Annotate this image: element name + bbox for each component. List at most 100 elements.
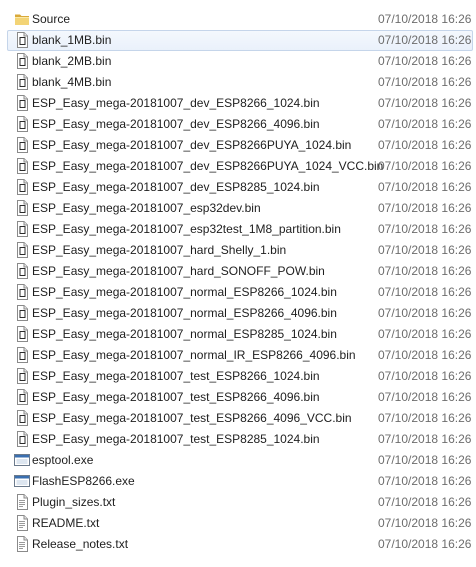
file-name[interactable]: ESP_Easy_mega-20181007_esp32dev.bin — [32, 201, 261, 216]
file-name[interactable]: ESP_Easy_mega-20181007_test_ESP8266_4096… — [32, 390, 320, 405]
file-name[interactable]: ESP_Easy_mega-20181007_test_ESP8285_1024… — [32, 432, 320, 447]
bin-file-icon — [14, 347, 30, 363]
file-row[interactable]: ESP_Easy_mega-20181007_dev_ESP8266PUYA_1… — [0, 156, 476, 177]
file-row[interactable]: ESP_Easy_mega-20181007_hard_Shelly_1.bin… — [0, 240, 476, 261]
file-list: Source 07/10/2018 16:26 blank_1MB.bin 07/10… — [0, 0, 476, 567]
bin-file-icon — [14, 242, 30, 258]
file-modified-date: 07/10/2018 16:26 — [378, 411, 472, 425]
file-name[interactable]: ESP_Easy_mega-20181007_hard_SONOFF_POW.b… — [32, 264, 325, 279]
file-modified-date: 07/10/2018 16:26 — [378, 138, 472, 152]
file-row[interactable]: ESP_Easy_mega-20181007_hard_SONOFF_POW.b… — [0, 261, 476, 282]
file-name[interactable]: ESP_Easy_mega-20181007_test_ESP8266_4096… — [32, 411, 352, 426]
bin-file-icon — [14, 158, 30, 174]
file-modified-date: 07/10/2018 16:26 — [378, 201, 472, 215]
file-modified-date: 07/10/2018 16:26 — [378, 453, 472, 467]
file-modified-date: 07/10/2018 16:26 — [378, 327, 472, 341]
file-modified-date: 07/10/2018 16:26 — [378, 495, 472, 509]
bin-file-icon — [14, 410, 30, 426]
file-name[interactable]: esptool.exe — [32, 453, 93, 468]
file-modified-date: 07/10/2018 16:26 — [378, 96, 472, 110]
file-row[interactable]: ESP_Easy_mega-20181007_normal_IR_ESP8266… — [0, 345, 476, 366]
file-row[interactable]: ESP_Easy_mega-20181007_esp32test_1M8_par… — [0, 219, 476, 240]
file-modified-date: 07/10/2018 16:26 — [378, 180, 472, 194]
exe-file-icon — [14, 473, 30, 489]
file-row[interactable]: ESP_Easy_mega-20181007_normal_ESP8285_10… — [0, 324, 476, 345]
file-row[interactable]: FlashESP8266.exe 07/10/2018 16:26 — [0, 471, 476, 492]
file-name[interactable]: ESP_Easy_mega-20181007_dev_ESP8266_1024.… — [32, 96, 320, 111]
file-row[interactable]: esptool.exe 07/10/2018 16:26 — [0, 450, 476, 471]
file-name[interactable]: README.txt — [32, 516, 99, 531]
bin-file-icon — [14, 179, 30, 195]
file-row[interactable]: ESP_Easy_mega-20181007_esp32dev.bin 07/10… — [0, 198, 476, 219]
file-modified-date: 07/10/2018 16:26 — [378, 159, 472, 173]
file-modified-date: 07/10/2018 16:26 — [378, 264, 472, 278]
bin-file-icon — [14, 263, 30, 279]
bin-file-icon — [14, 305, 30, 321]
file-modified-date: 07/10/2018 16:26 — [378, 306, 472, 320]
file-row[interactable]: ESP_Easy_mega-20181007_test_ESP8266_1024… — [0, 366, 476, 387]
file-row[interactable]: Source 07/10/2018 16:26 — [0, 9, 476, 30]
file-name[interactable]: blank_2MB.bin — [32, 54, 111, 69]
file-name[interactable]: ESP_Easy_mega-20181007_dev_ESP8266PUYA_1… — [32, 138, 351, 153]
folder-icon — [14, 11, 30, 27]
file-modified-date: 07/10/2018 16:26 — [378, 75, 472, 89]
file-modified-date: 07/10/2018 16:26 — [378, 12, 472, 26]
bin-file-icon — [14, 200, 30, 216]
txt-file-icon — [14, 494, 30, 510]
file-name[interactable]: Release_notes.txt — [32, 537, 128, 552]
file-name[interactable]: ESP_Easy_mega-20181007_test_ESP8266_1024… — [32, 369, 320, 384]
file-name[interactable]: blank_4MB.bin — [32, 75, 111, 90]
file-modified-date: 07/10/2018 16:26 — [378, 390, 472, 404]
bin-file-icon — [14, 137, 30, 153]
file-row[interactable]: ESP_Easy_mega-20181007_dev_ESP8285_1024.… — [0, 177, 476, 198]
file-name[interactable]: FlashESP8266.exe — [32, 474, 135, 489]
file-row[interactable]: blank_2MB.bin 07/10/2018 16:26 — [0, 51, 476, 72]
file-modified-date: 07/10/2018 16:26 — [378, 348, 472, 362]
file-name[interactable]: ESP_Easy_mega-20181007_normal_IR_ESP8266… — [32, 348, 356, 363]
file-name[interactable]: blank_1MB.bin — [32, 33, 111, 48]
file-row[interactable]: Plugin_sizes.txt 07/10/2018 16:26 — [0, 492, 476, 513]
file-name[interactable]: ESP_Easy_mega-20181007_normal_ESP8266_40… — [32, 306, 337, 321]
file-name[interactable]: Plugin_sizes.txt — [32, 495, 115, 510]
file-modified-date: 07/10/2018 16:26 — [378, 537, 472, 551]
bin-file-icon — [14, 431, 30, 447]
file-modified-date: 07/10/2018 16:26 — [378, 54, 472, 68]
bin-file-icon — [14, 53, 30, 69]
file-modified-date: 07/10/2018 16:26 — [378, 432, 472, 446]
file-modified-date: 07/10/2018 16:26 — [378, 33, 472, 47]
file-modified-date: 07/10/2018 16:26 — [378, 369, 472, 383]
file-row[interactable]: ESP_Easy_mega-20181007_dev_ESP8266PUYA_1… — [0, 135, 476, 156]
file-name[interactable]: ESP_Easy_mega-20181007_normal_ESP8266_10… — [32, 285, 337, 300]
file-row[interactable]: ESP_Easy_mega-20181007_test_ESP8266_4096… — [0, 408, 476, 429]
file-name[interactable]: ESP_Easy_mega-20181007_dev_ESP8266PUYA_1… — [32, 159, 383, 174]
bin-file-icon — [14, 95, 30, 111]
bin-file-icon — [14, 326, 30, 342]
file-row[interactable]: Release_notes.txt 07/10/2018 16:26 — [0, 534, 476, 555]
file-row[interactable]: ESP_Easy_mega-20181007_normal_ESP8266_40… — [0, 303, 476, 324]
file-name[interactable]: ESP_Easy_mega-20181007_dev_ESP8285_1024.… — [32, 180, 320, 195]
bin-file-icon — [14, 284, 30, 300]
exe-file-icon — [14, 452, 30, 468]
file-name[interactable]: ESP_Easy_mega-20181007_esp32test_1M8_par… — [32, 222, 341, 237]
file-name[interactable]: ESP_Easy_mega-20181007_dev_ESP8266_4096.… — [32, 117, 320, 132]
file-row[interactable]: blank_4MB.bin 07/10/2018 16:26 — [0, 72, 476, 93]
file-row[interactable]: ESP_Easy_mega-20181007_test_ESP8266_4096… — [0, 387, 476, 408]
file-name[interactable]: ESP_Easy_mega-20181007_normal_ESP8285_10… — [32, 327, 337, 342]
file-row[interactable]: ESP_Easy_mega-20181007_test_ESP8285_1024… — [0, 429, 476, 450]
file-row[interactable]: ESP_Easy_mega-20181007_dev_ESP8266_4096.… — [0, 114, 476, 135]
file-modified-date: 07/10/2018 16:26 — [378, 117, 472, 131]
file-row[interactable]: ESP_Easy_mega-20181007_dev_ESP8266_1024.… — [0, 93, 476, 114]
bin-file-icon — [14, 32, 30, 48]
file-row[interactable]: blank_1MB.bin 07/10/2018 16:26 — [0, 30, 476, 51]
file-name[interactable]: ESP_Easy_mega-20181007_hard_Shelly_1.bin — [32, 243, 286, 258]
file-modified-date: 07/10/2018 16:26 — [378, 222, 472, 236]
bin-file-icon — [14, 74, 30, 90]
bin-file-icon — [14, 116, 30, 132]
bin-file-icon — [14, 221, 30, 237]
file-row[interactable]: README.txt 07/10/2018 16:26 — [0, 513, 476, 534]
txt-file-icon — [14, 515, 30, 531]
file-name[interactable]: Source — [32, 12, 70, 27]
bin-file-icon — [14, 368, 30, 384]
file-row[interactable]: ESP_Easy_mega-20181007_normal_ESP8266_10… — [0, 282, 476, 303]
bin-file-icon — [14, 389, 30, 405]
